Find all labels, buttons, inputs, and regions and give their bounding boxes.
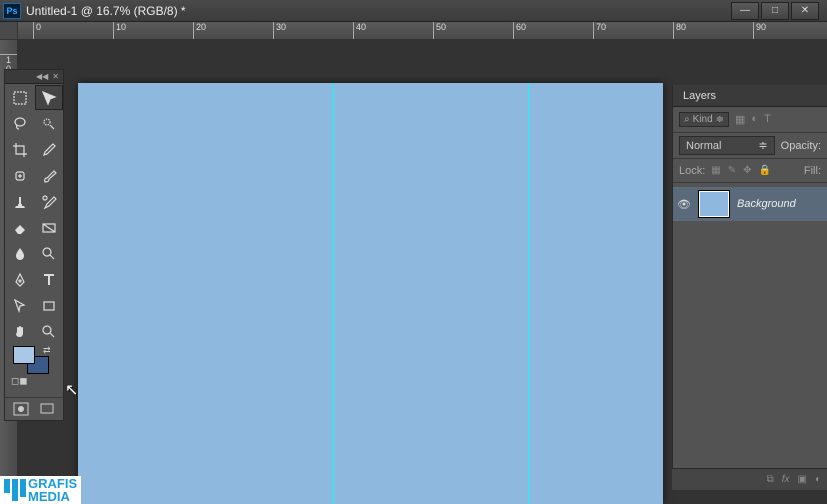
toolbox-tabs[interactable]: ◀◀✕ bbox=[5, 70, 63, 84]
filter-kind-select[interactable]: ⌕Kind≑ bbox=[679, 112, 729, 127]
adjustment-layer-icon[interactable]: ◐ bbox=[815, 474, 821, 485]
blur-tool[interactable] bbox=[6, 241, 34, 266]
document-title: Untitled-1 @ 16.7% (RGB/8) * bbox=[26, 4, 729, 18]
rectangle-tool[interactable] bbox=[35, 293, 63, 318]
ruler-origin[interactable] bbox=[0, 22, 18, 40]
lock-transparency-icon[interactable]: ▦ bbox=[711, 165, 720, 176]
layer-filter-row: ⌕Kind≑ ▦ ◐ T bbox=[673, 107, 827, 133]
path-select-tool[interactable] bbox=[6, 293, 34, 318]
filter-pixel-icon[interactable]: ▦ bbox=[735, 113, 745, 126]
link-layers-icon[interactable]: ⧉ bbox=[767, 474, 774, 485]
zoom-tool[interactable] bbox=[35, 319, 63, 344]
close-button[interactable]: ✕ bbox=[791, 2, 819, 20]
lasso-tool[interactable] bbox=[6, 111, 34, 136]
layers-footer: ⧉ fx ▣ ◐ bbox=[672, 468, 827, 490]
lock-label: Lock: bbox=[679, 165, 705, 177]
move-tool[interactable] bbox=[35, 85, 63, 110]
toolbox: ◀◀✕ ⇄ ◻◼ bbox=[4, 69, 64, 421]
window-controls: — □ ✕ bbox=[729, 2, 819, 20]
visibility-icon[interactable]: 👁 bbox=[677, 198, 691, 211]
default-colors-icon[interactable]: ◻◼ bbox=[11, 376, 28, 387]
dodge-tool[interactable] bbox=[35, 241, 63, 266]
quick-select-tool[interactable] bbox=[35, 111, 63, 136]
eyedropper-tool[interactable] bbox=[35, 137, 63, 162]
horizontal-ruler[interactable]: 0 10 20 30 40 50 60 70 80 90 100 bbox=[18, 22, 827, 40]
type-tool[interactable] bbox=[35, 267, 63, 292]
pen-tool[interactable] bbox=[6, 267, 34, 292]
layer-thumbnail[interactable] bbox=[699, 191, 729, 217]
layer-mask-icon[interactable]: ▣ bbox=[798, 474, 807, 485]
healing-brush-tool[interactable] bbox=[6, 163, 34, 188]
lock-position-icon[interactable]: ✥ bbox=[743, 165, 751, 176]
eraser-tool[interactable] bbox=[6, 215, 34, 240]
blend-mode-select[interactable]: Normal≑ bbox=[679, 136, 775, 155]
fill-label: Fill: bbox=[804, 165, 821, 177]
crop-tool[interactable] bbox=[6, 137, 34, 162]
layer-name[interactable]: Background bbox=[737, 198, 796, 210]
lock-all-icon[interactable]: 🔒 bbox=[759, 165, 771, 176]
layer-fx-icon[interactable]: fx bbox=[782, 474, 790, 485]
filter-type-icon[interactable]: T bbox=[764, 113, 771, 126]
toolbox-footer bbox=[5, 397, 63, 420]
ps-icon: Ps bbox=[3, 3, 21, 19]
opacity-label: Opacity: bbox=[781, 140, 821, 152]
lock-image-icon[interactable]: ✎ bbox=[728, 165, 736, 176]
swap-colors-icon[interactable]: ⇄ bbox=[43, 345, 51, 356]
hand-tool[interactable] bbox=[6, 319, 34, 344]
layers-panel: Layers ⌕Kind≑ ▦ ◐ T Normal≑ Opacity: Loc… bbox=[672, 85, 827, 468]
brush-tool[interactable] bbox=[35, 163, 63, 188]
color-swatches: ⇄ ◻◼ bbox=[5, 345, 63, 397]
layers-tab[interactable]: Layers bbox=[673, 85, 827, 107]
canvas[interactable] bbox=[78, 83, 663, 504]
watermark: GRAFISMEDIA bbox=[0, 476, 81, 504]
foreground-color[interactable] bbox=[13, 346, 35, 364]
layer-item[interactable]: 👁 Background bbox=[673, 187, 827, 221]
clone-stamp-tool[interactable] bbox=[6, 189, 34, 214]
guide-vertical[interactable] bbox=[333, 83, 334, 504]
history-brush-tool[interactable] bbox=[35, 189, 63, 214]
blend-row: Normal≑ Opacity: bbox=[673, 133, 827, 159]
title-bar: Ps Untitled-1 @ 16.7% (RGB/8) * — □ ✕ bbox=[0, 0, 827, 22]
guide-vertical[interactable] bbox=[528, 83, 529, 504]
marquee-tool[interactable] bbox=[6, 85, 34, 110]
minimize-button[interactable]: — bbox=[731, 2, 759, 20]
maximize-button[interactable]: □ bbox=[761, 2, 789, 20]
quickmask-icon[interactable] bbox=[13, 402, 29, 416]
filter-adjust-icon[interactable]: ◐ bbox=[751, 113, 758, 126]
gradient-tool[interactable] bbox=[35, 215, 63, 240]
layer-list: 👁 Background bbox=[673, 183, 827, 221]
lock-row: Lock: ▦ ✎ ✥ 🔒 Fill: bbox=[673, 159, 827, 183]
screenmode-icon[interactable] bbox=[39, 402, 55, 416]
